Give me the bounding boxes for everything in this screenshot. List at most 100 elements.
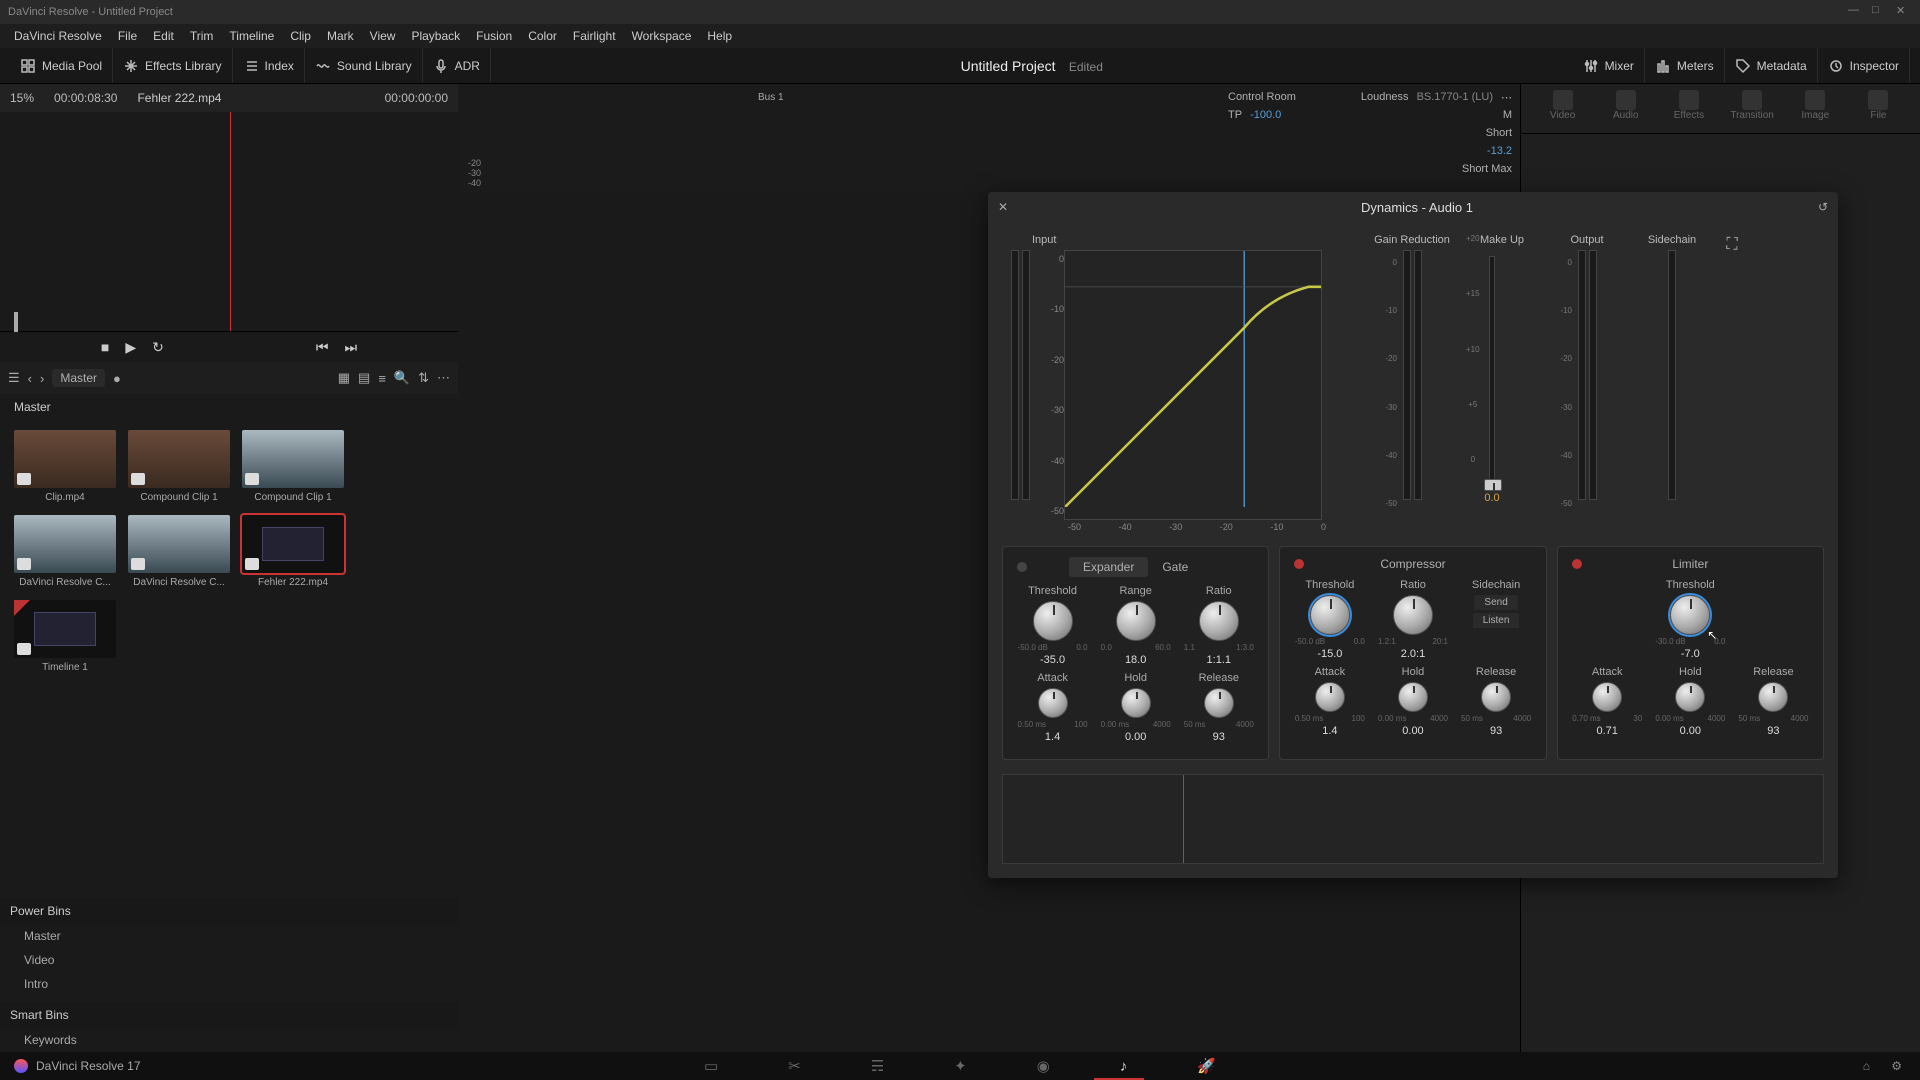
mixer-toggle[interactable]: Mixer (1573, 48, 1645, 83)
clip-thumb[interactable]: Timeline 1 (14, 600, 116, 673)
maximize-icon[interactable]: □ (1872, 4, 1888, 20)
expander-threshold-value[interactable]: -35.0 (1012, 654, 1094, 666)
in-point-marker[interactable] (14, 312, 18, 332)
expander-enable-dot[interactable] (1017, 562, 1027, 572)
expander-release-knob[interactable] (1204, 688, 1234, 718)
page-fusion[interactable]: ✦ (954, 1057, 967, 1075)
menu-help[interactable]: Help (699, 29, 740, 43)
compressor-hold-knob[interactable] (1398, 682, 1428, 712)
clip-name[interactable]: Fehler 222.mp4 (137, 91, 221, 105)
power-bin-item[interactable]: Master (0, 924, 458, 948)
inspector-tab-effects[interactable]: Effects (1657, 90, 1720, 133)
bin-label[interactable]: Master (0, 394, 458, 420)
search-icon[interactable]: 🔍 (394, 370, 410, 386)
home-icon[interactable]: ⌂ (1863, 1059, 1870, 1073)
smart-bin-item[interactable]: Keywords (0, 1028, 458, 1052)
dynamics-graph[interactable] (1064, 250, 1322, 520)
menu-edit[interactable]: Edit (145, 29, 182, 43)
page-media[interactable]: ▭ (704, 1057, 718, 1075)
power-bins-header[interactable]: Power Bins (0, 898, 458, 924)
sidechain-listen-button[interactable]: Listen (1473, 613, 1520, 628)
smart-bins-header[interactable]: Smart Bins (0, 1002, 458, 1028)
dynamics-timeline[interactable] (1002, 774, 1824, 864)
expander-ratio-knob[interactable] (1199, 601, 1239, 641)
expander-hold-knob[interactable] (1121, 688, 1151, 718)
makeup-slider[interactable]: +20+15+10+50 0.0 (1462, 250, 1522, 520)
dialog-close-icon[interactable]: ✕ (998, 200, 1016, 214)
page-deliver[interactable]: 🚀 (1197, 1057, 1216, 1075)
compressor-ratio-knob[interactable] (1393, 595, 1433, 635)
settings-icon[interactable]: ⚙ (1891, 1059, 1902, 1073)
limiter-hold-knob[interactable] (1675, 682, 1705, 712)
expander-ratio-value[interactable]: 1:1.1 (1178, 654, 1260, 666)
menu-clip[interactable]: Clip (282, 29, 319, 43)
limiter-attack-knob[interactable] (1592, 682, 1622, 712)
inspector-tab-transition[interactable]: Transition (1721, 90, 1784, 133)
media-pool-toggle[interactable]: Media Pool (10, 48, 113, 83)
clip-thumb[interactable]: Fehler 222.mp4 (242, 515, 344, 588)
menu-trim[interactable]: Trim (182, 29, 222, 43)
page-fairlight[interactable]: ♪ (1120, 1058, 1128, 1075)
compressor-attack-knob[interactable] (1315, 682, 1345, 712)
zoom-level[interactable]: 15% (10, 91, 34, 105)
limiter-enable-dot[interactable] (1572, 559, 1582, 569)
compressor-threshold-knob[interactable] (1310, 595, 1350, 635)
view-strip-icon[interactable]: ▤ (358, 370, 370, 386)
inspector-tab-file[interactable]: File (1847, 90, 1910, 133)
gate-tab[interactable]: Gate (1148, 557, 1202, 577)
menu-playback[interactable]: Playback (403, 29, 468, 43)
inspector-tab-audio[interactable]: Audio (1594, 90, 1657, 133)
page-cut[interactable]: ✂ (788, 1057, 801, 1075)
meters-toggle[interactable]: Meters (1645, 48, 1725, 83)
compressor-release-knob[interactable] (1481, 682, 1511, 712)
compressor-enable-dot[interactable] (1294, 559, 1304, 569)
view-list-icon[interactable]: ≡ (378, 371, 386, 386)
source-viewer[interactable] (0, 112, 458, 332)
menu-timeline[interactable]: Timeline (221, 29, 282, 43)
limiter-release-knob[interactable] (1758, 682, 1788, 712)
next-button[interactable]: ⏭ (344, 339, 357, 356)
inspector-tab-image[interactable]: Image (1784, 90, 1847, 133)
minimize-icon[interactable]: — (1848, 4, 1864, 20)
bin-tree-icon[interactable]: ☰ (8, 370, 20, 386)
inspector-tab-video[interactable]: Video (1531, 90, 1594, 133)
bin-dropdown[interactable]: Master (52, 369, 105, 387)
expand-graph-icon[interactable]: ⛶ (1726, 236, 1737, 254)
sort-icon[interactable]: ⇅ (418, 370, 429, 386)
clip-thumb[interactable]: Clip.mp4 (14, 430, 116, 503)
menu-davinci-resolve[interactable]: DaVinci Resolve (6, 29, 110, 43)
menu-mark[interactable]: Mark (319, 29, 362, 43)
inspector-toggle[interactable]: Inspector (1818, 48, 1910, 83)
expander-tab[interactable]: Expander (1069, 557, 1148, 577)
limiter-threshold-knob[interactable]: ↖ (1670, 595, 1710, 635)
view-thumb-icon[interactable]: ▦ (338, 370, 350, 386)
prev-button[interactable]: ⏮ (316, 339, 329, 356)
menu-fairlight[interactable]: Fairlight (565, 29, 624, 43)
clip-thumb[interactable]: DaVinci Resolve C... (14, 515, 116, 588)
effects-library-toggle[interactable]: Effects Library (113, 48, 232, 83)
menu-file[interactable]: File (110, 29, 145, 43)
expander-attack-knob[interactable] (1038, 688, 1068, 718)
loudness-menu-icon[interactable]: ⋯ (1501, 91, 1512, 104)
clip-thumb[interactable]: Compound Clip 1 (128, 430, 230, 503)
play-button[interactable]: ▶ (125, 339, 136, 356)
power-bin-item[interactable]: Intro (0, 972, 458, 996)
dialog-reset-icon[interactable]: ↺ (1818, 200, 1828, 214)
clip-thumb[interactable]: Compound Clip 1 (242, 430, 344, 503)
adr-toggle[interactable]: ADR (423, 48, 491, 83)
menu-view[interactable]: View (362, 29, 404, 43)
close-icon[interactable]: ✕ (1896, 4, 1912, 20)
page-color[interactable]: ◉ (1037, 1057, 1050, 1075)
expander-range-knob[interactable] (1116, 601, 1156, 641)
page-edit[interactable]: ☴ (871, 1057, 884, 1075)
playhead[interactable] (230, 112, 231, 331)
limiter-threshold-value[interactable]: -7.0 (1649, 648, 1731, 660)
compressor-ratio-value[interactable]: 2.0:1 (1372, 648, 1454, 660)
stop-button[interactable]: ■ (101, 339, 109, 355)
more-icon[interactable]: ⋯ (437, 370, 450, 386)
menu-fusion[interactable]: Fusion (468, 29, 520, 43)
expander-range-value[interactable]: 18.0 (1095, 654, 1177, 666)
sound-library-toggle[interactable]: Sound Library (305, 48, 423, 83)
index-toggle[interactable]: Index (233, 48, 305, 83)
loop-button[interactable]: ↻ (152, 339, 164, 356)
